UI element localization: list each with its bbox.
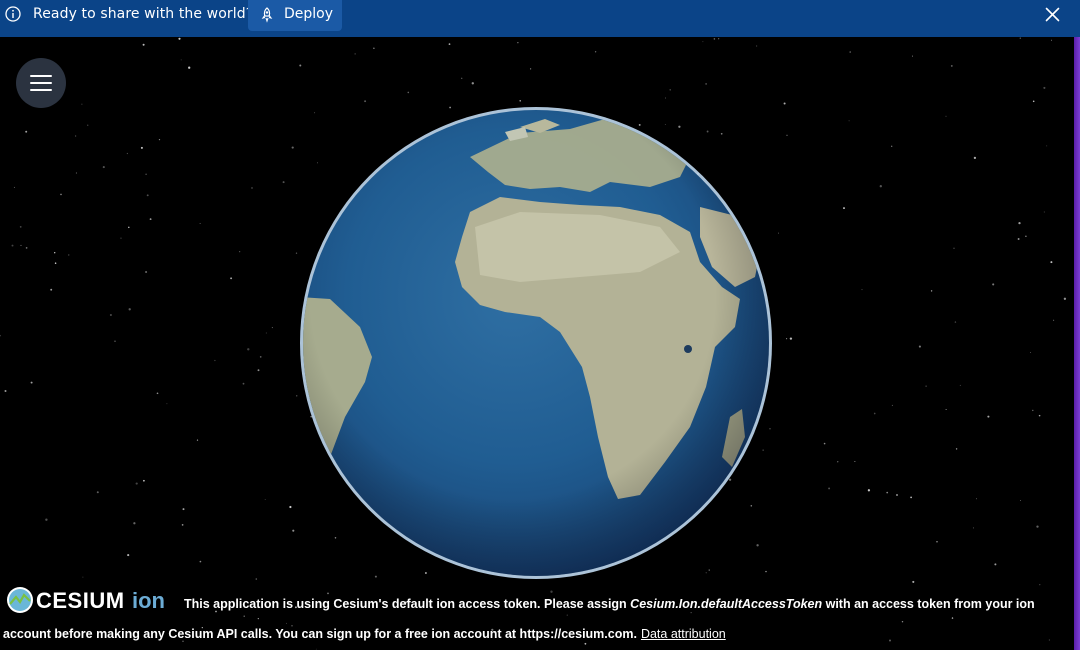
credit-text: account before making any Cesium API cal…: [3, 627, 637, 641]
credit-text: This application is using Cesium's defau…: [184, 597, 631, 611]
earth-globe[interactable]: [0, 37, 1074, 650]
deploy-button[interactable]: Deploy: [248, 0, 342, 31]
credit-text: with an access token from your ion: [822, 597, 1035, 611]
menu-button[interactable]: [16, 58, 66, 108]
data-attribution-link[interactable]: Data attribution: [641, 627, 726, 641]
rocket-icon: [261, 7, 273, 23]
banner-message: Ready to share with the world?: [33, 6, 254, 22]
credit-text-line1: This application is using Cesium's defau…: [184, 597, 1035, 611]
hamburger-line: [30, 89, 52, 91]
cesium-viewer[interactable]: CESIUM ion This application is using Ces…: [0, 37, 1074, 650]
credit-text-line2: account before making any Cesium API cal…: [3, 627, 726, 641]
window-edge: [1074, 37, 1080, 650]
notification-banner: Ready to share with the world? Deploy: [0, 0, 1080, 37]
credit-token: Cesium.Ion.defaultAccessToken: [630, 597, 823, 611]
hamburger-line: [30, 82, 52, 84]
cesium-ion-logo[interactable]: CESIUM ion: [5, 585, 175, 615]
hamburger-line: [30, 75, 52, 77]
info-icon: [5, 6, 21, 22]
svg-text:CESIUM: CESIUM: [36, 588, 125, 613]
close-icon[interactable]: [1045, 7, 1060, 22]
svg-text:ion: ion: [132, 588, 165, 613]
deploy-label: Deploy: [284, 6, 334, 22]
